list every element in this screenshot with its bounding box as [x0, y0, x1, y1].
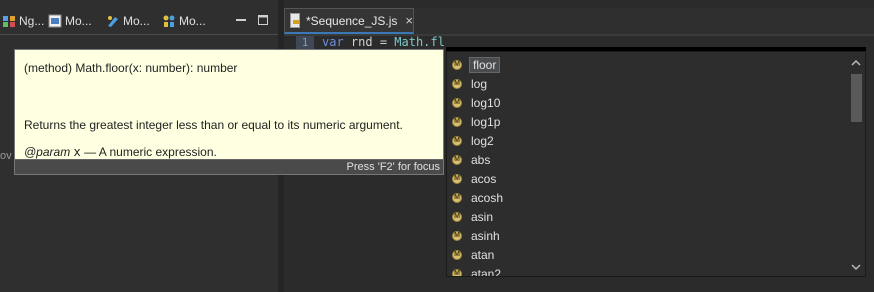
model-people-icon	[162, 14, 176, 28]
proposal-item[interactable]: Macos	[452, 170, 498, 188]
proposal-item[interactable]: Mlog2	[452, 132, 496, 150]
method-icon: M	[452, 155, 462, 165]
proposal-label: atan	[471, 248, 495, 262]
proposal-item[interactable]: Mfloor	[452, 56, 501, 74]
tab-ng[interactable]: Ng...	[2, 12, 44, 30]
tab-label: Mo...	[65, 14, 92, 28]
completion-proposals[interactable]: Mfloor Mlog Mlog10 Mlog1p Mlog2 Mabs Macos Maco…	[446, 51, 866, 277]
method-icon: M	[452, 250, 462, 260]
code-keyword: var	[322, 35, 344, 49]
method-icon: M	[452, 79, 462, 89]
tab-label: Mo...	[179, 14, 206, 28]
proposal-item[interactable]: Matan2	[452, 265, 503, 277]
proposal-label: log	[471, 77, 488, 91]
editor-tab-label: *Sequence_JS.js	[306, 13, 398, 28]
method-icon: M	[452, 117, 462, 127]
proposal-item[interactable]: Mlog	[452, 75, 489, 93]
method-icon: M	[452, 193, 462, 203]
method-icon: M	[452, 212, 462, 222]
proposal-label: acosh	[471, 191, 504, 205]
proposal-item[interactable]: Masin	[452, 208, 495, 226]
tooltip-signature: (method) Math.floor(x: number): number	[24, 61, 238, 75]
proposal-label: abs	[471, 153, 491, 167]
method-icon: M	[452, 60, 462, 70]
code-operator: =	[379, 35, 395, 49]
scrollbar[interactable]	[847, 52, 865, 276]
param-tag: @param	[24, 145, 71, 159]
method-icon: M	[452, 98, 462, 108]
proposal-item[interactable]: Mlog1p	[452, 113, 502, 131]
proposal-label: asin	[471, 210, 494, 224]
scroll-up-icon[interactable]	[851, 58, 861, 68]
minimize-icon[interactable]	[236, 14, 246, 24]
views-icon	[2, 14, 16, 28]
tab-sequence-js[interactable]: *Sequence_JS.js ×	[284, 8, 414, 34]
model-brush-icon	[106, 14, 120, 28]
proposal-item[interactable]: Masinh	[452, 227, 502, 245]
close-icon[interactable]: ×	[405, 13, 413, 28]
proposal-label: log1p	[471, 115, 501, 129]
tab-mo-2[interactable]: Mo...	[106, 12, 150, 30]
hover-tooltip: (method) Math.floor(x: number): number R…	[14, 49, 444, 175]
tooltip-footer: Press 'F2' for focus	[15, 159, 443, 174]
scroll-down-icon[interactable]	[851, 262, 861, 272]
proposal-label: atan2	[471, 267, 502, 277]
proposal-label: log10	[471, 96, 501, 110]
maximize-icon[interactable]	[258, 14, 268, 25]
param-name: x	[73, 145, 81, 159]
method-icon: M	[452, 174, 462, 184]
tab-label: Ng...	[19, 14, 45, 28]
tab-mo-3[interactable]: Mo...	[162, 12, 206, 30]
method-icon: M	[452, 136, 462, 146]
tooltip-param: @param x — A numeric expression.	[24, 145, 217, 159]
left-panel-text: ov	[0, 150, 12, 162]
proposal-label: floor	[469, 57, 501, 73]
line-number: 1	[296, 36, 314, 50]
param-desc: — A numeric expression.	[84, 145, 217, 159]
editor-tabbar: *Sequence_JS.js ×	[284, 8, 874, 36]
tab-mo-1[interactable]: Mo...	[48, 12, 92, 30]
tab-label: Mo...	[123, 14, 150, 28]
code-identifier: rnd	[343, 35, 380, 49]
scrollbar-thumb[interactable]	[851, 74, 862, 122]
tooltip-description: Returns the greatest integer less than o…	[24, 118, 403, 132]
method-icon: M	[452, 269, 462, 276]
proposal-item[interactable]: Macosh	[452, 189, 505, 207]
proposal-label: acos	[471, 172, 497, 186]
left-tabbar: Ng... Mo... Mo... Mo...	[0, 8, 278, 35]
code-object: Math.fl	[394, 35, 445, 49]
proposal-label: log2	[471, 134, 494, 148]
proposal-label: asinh	[471, 229, 500, 243]
code-line[interactable]: var rnd = Math.fl	[322, 35, 445, 50]
model-icon	[48, 14, 62, 28]
proposal-item[interactable]: Mlog10	[452, 94, 502, 112]
method-icon: M	[452, 231, 462, 241]
js-file-icon	[290, 13, 300, 28]
proposal-item[interactable]: Matan	[452, 246, 496, 264]
proposal-item[interactable]: Mabs	[452, 151, 492, 169]
